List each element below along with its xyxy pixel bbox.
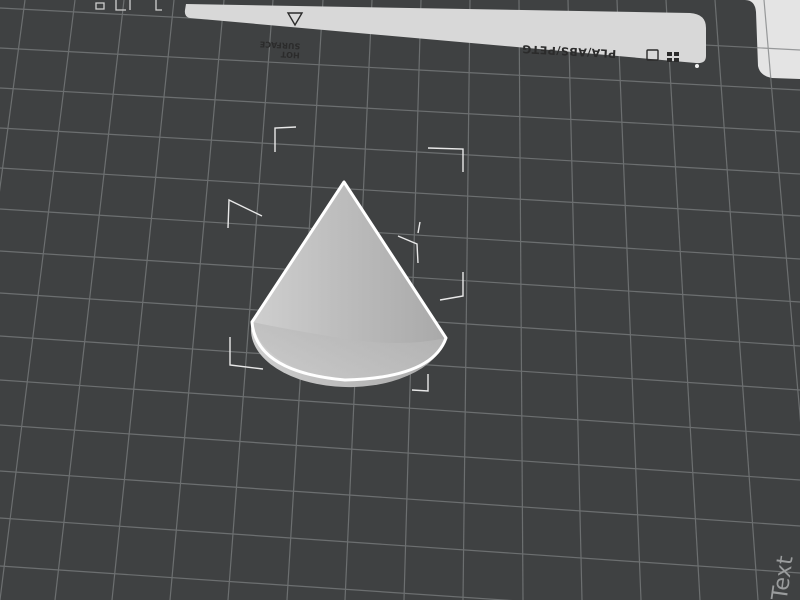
3d-viewport[interactable]: PLA/ABS/PETG HOT SURFACE Text bbox=[0, 0, 800, 600]
bed-slot bbox=[695, 64, 699, 68]
